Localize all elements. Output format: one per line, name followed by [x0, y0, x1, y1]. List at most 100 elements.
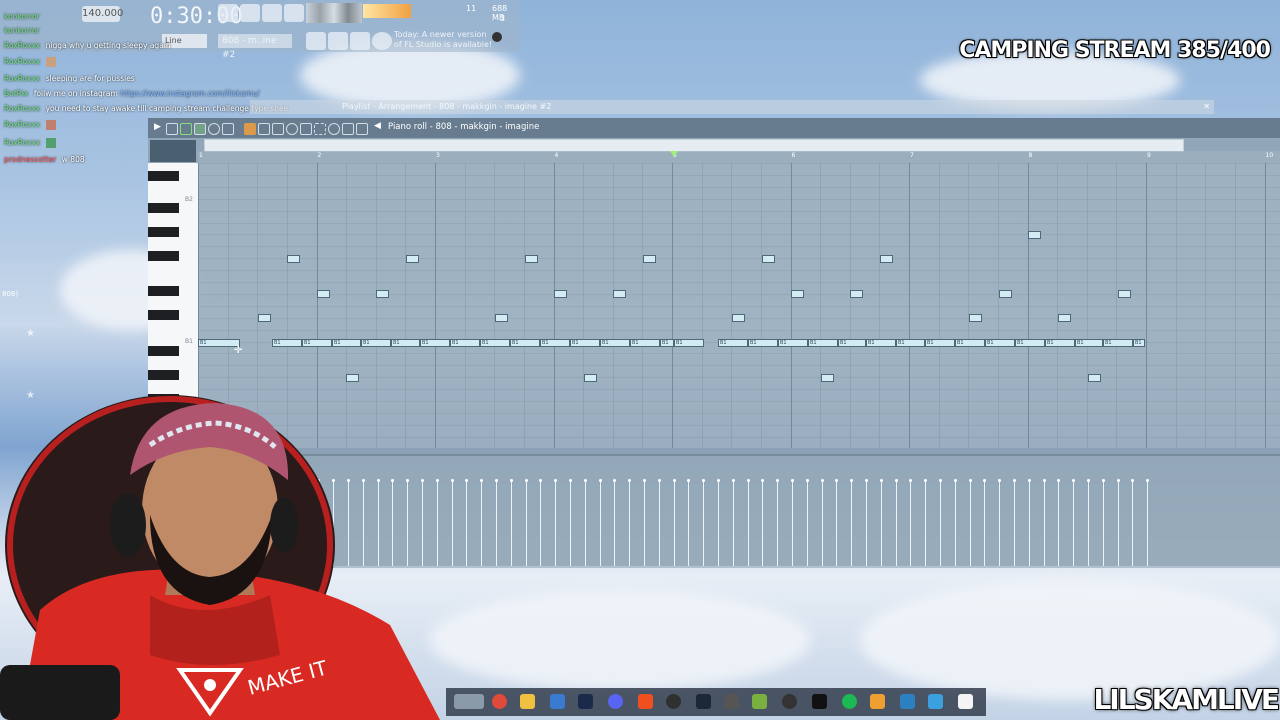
midi-note[interactable]	[850, 290, 863, 298]
midi-note[interactable]: B1	[630, 339, 660, 347]
velocity-handle[interactable]	[465, 479, 468, 482]
velocity-handle[interactable]	[1057, 479, 1060, 482]
search-icon[interactable]	[454, 694, 484, 709]
playlist-window-bar[interactable]: Playlist - Arrangement - 808 - makkgin -…	[250, 100, 1214, 114]
velocity-bar[interactable]	[732, 479, 735, 566]
black-key[interactable]	[148, 310, 179, 320]
velocity-bar[interactable]	[599, 479, 602, 566]
velocity-bar[interactable]	[643, 479, 646, 566]
velocity-handle[interactable]	[643, 479, 646, 482]
playhead-marker[interactable]	[670, 151, 678, 157]
record-icon[interactable]	[208, 123, 220, 135]
midi-note[interactable]: B1	[420, 339, 450, 347]
velocity-bar[interactable]	[1102, 479, 1105, 566]
velocity-bar[interactable]	[880, 479, 883, 566]
midi-note[interactable]	[346, 374, 359, 382]
delete-icon[interactable]	[272, 123, 284, 135]
velocity-handle[interactable]	[983, 479, 986, 482]
midi-note[interactable]: B1	[925, 339, 955, 347]
velocity-handle[interactable]	[658, 479, 661, 482]
velocity-bar[interactable]	[702, 479, 705, 566]
velocity-handle[interactable]	[761, 479, 764, 482]
midi-note[interactable]	[376, 290, 389, 298]
velocity-handle[interactable]	[865, 479, 868, 482]
midi-note[interactable]: B1	[1133, 339, 1145, 347]
black-key[interactable]	[148, 171, 179, 181]
midi-note[interactable]: B1	[955, 339, 985, 347]
velocity-handle[interactable]	[939, 479, 942, 482]
midi-note[interactable]: B1	[600, 339, 630, 347]
velocity-bar[interactable]	[969, 479, 972, 566]
zoom-icon[interactable]	[328, 123, 340, 135]
velocity-handle[interactable]	[1028, 479, 1031, 482]
midi-note[interactable]: B1	[361, 339, 391, 347]
velocity-handle[interactable]	[584, 479, 587, 482]
tools-icon[interactable]	[166, 123, 178, 135]
velocity-handle[interactable]	[510, 479, 513, 482]
midi-note[interactable]: B1	[1075, 339, 1103, 347]
photoshop-icon[interactable]	[578, 694, 593, 709]
play-icon[interactable]: ▶	[154, 122, 161, 132]
velocity-bar[interactable]	[1131, 479, 1134, 566]
target-control[interactable]	[150, 140, 196, 162]
midi-note[interactable]	[584, 374, 597, 382]
velocity-handle[interactable]	[539, 479, 542, 482]
velocity-handle[interactable]	[806, 479, 809, 482]
midi-note[interactable]	[406, 255, 419, 263]
mixer-button[interactable]	[350, 32, 370, 50]
velocity-handle[interactable]	[702, 479, 705, 482]
velocity-handle[interactable]	[1117, 479, 1120, 482]
velocity-handle[interactable]	[525, 479, 528, 482]
velocity-bar[interactable]	[865, 479, 868, 566]
velocity-bar[interactable]	[717, 479, 720, 566]
midi-note[interactable]: B1	[450, 339, 480, 347]
velocity-bar[interactable]	[924, 479, 927, 566]
midi-note[interactable]	[317, 290, 330, 298]
velocity-handle[interactable]	[835, 479, 838, 482]
store-icon[interactable]	[550, 694, 565, 709]
update-icon[interactable]	[492, 32, 502, 42]
velocity-bar[interactable]	[539, 479, 542, 566]
brush-icon[interactable]	[258, 123, 270, 135]
folder-icon[interactable]	[520, 694, 535, 709]
velocity-bar[interactable]	[1087, 479, 1090, 566]
velocity-bar[interactable]	[939, 479, 942, 566]
velocity-bar[interactable]	[821, 479, 824, 566]
midi-note[interactable]	[732, 314, 745, 322]
piano-roll-title[interactable]: Piano roll - 808 - makkgin - imagine	[388, 122, 539, 132]
spotify-icon[interactable]	[842, 694, 857, 709]
velocity-handle[interactable]	[821, 479, 824, 482]
velocity-handle[interactable]	[776, 479, 779, 482]
velocity-bar[interactable]	[909, 479, 912, 566]
velocity-bar[interactable]	[510, 479, 513, 566]
chrome-icon[interactable]	[492, 694, 507, 709]
velocity-bar[interactable]	[1013, 479, 1016, 566]
velocity-bar[interactable]	[1043, 479, 1046, 566]
velocity-bar[interactable]	[687, 479, 690, 566]
velocity-bar[interactable]	[776, 479, 779, 566]
obs-icon[interactable]	[666, 694, 681, 709]
black-key[interactable]	[148, 286, 179, 296]
velocity-bar[interactable]	[673, 479, 676, 566]
midi-note[interactable]	[1118, 290, 1131, 298]
midi-note[interactable]	[880, 255, 893, 263]
midi-note[interactable]	[495, 314, 508, 322]
velocity-bar[interactable]	[554, 479, 557, 566]
velocity-bar[interactable]	[895, 479, 898, 566]
velocity-bar[interactable]	[791, 479, 794, 566]
velocity-handle[interactable]	[895, 479, 898, 482]
velocity-bar[interactable]	[1117, 479, 1120, 566]
velocity-bar[interactable]	[465, 479, 468, 566]
velocity-handle[interactable]	[1013, 479, 1016, 482]
midi-note[interactable]	[999, 290, 1012, 298]
pencil-icon[interactable]	[194, 123, 206, 135]
velocity-handle[interactable]	[554, 479, 557, 482]
midi-note[interactable]: B1	[866, 339, 896, 347]
velocity-handle[interactable]	[480, 479, 483, 482]
velocity-handle[interactable]	[1072, 479, 1075, 482]
velocity-handle[interactable]	[747, 479, 750, 482]
midi-note[interactable]: B1	[1015, 339, 1045, 347]
velocity-handle[interactable]	[850, 479, 853, 482]
close-icon[interactable]: ✕	[1203, 100, 1210, 114]
velocity-handle[interactable]	[673, 479, 676, 482]
